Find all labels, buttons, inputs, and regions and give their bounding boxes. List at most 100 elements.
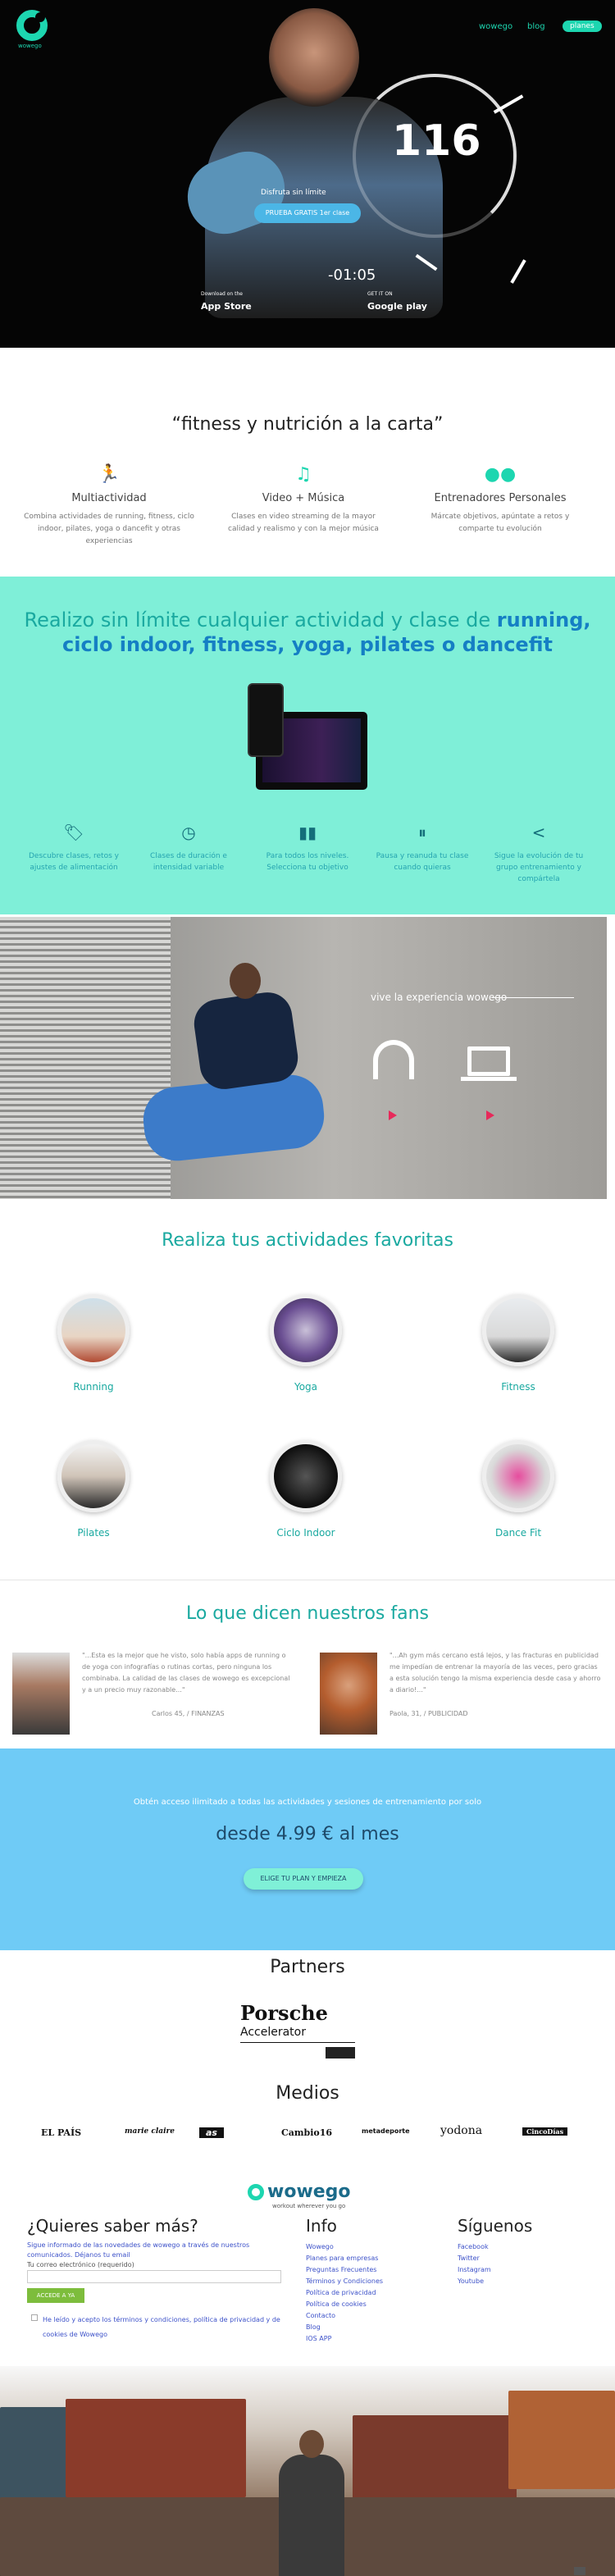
runner-icon: 🏃 [98,464,121,485]
pricing-price: desde 4.99 € al mes [216,1824,399,1844]
laptop-icon [467,1046,510,1076]
logo-subtext: wowego [18,43,42,49]
bar-chart-icon: ▮▮ [298,823,317,842]
laptop-base-icon [461,1077,517,1081]
fans-title: Lo que dicen nuestros fans [185,1603,430,1624]
email-input[interactable] [27,2270,281,2283]
google-play-label: Google play [367,301,427,312]
dial-number: 116 [392,116,481,166]
music-video-icon: ♫ [295,464,312,485]
app-store-badge[interactable]: Download on the App Store [201,291,252,312]
headline-part-a: Realizo sin límite cualquier actividad y… [24,609,491,631]
trainers-icon: ●● [484,464,517,485]
nav-wowego[interactable]: wowego [479,22,512,31]
clock-icon: ◷ [181,823,196,842]
play-icon[interactable] [486,1110,494,1120]
accelerator-label: Accelerator [240,2026,306,2039]
headline-part-c: ciclo indoor, fitness, yoga, pilates o d… [62,633,553,656]
activity-ciclo-indoor[interactable]: Ciclo Indoor [244,1440,367,1539]
footer-logo-sub: workout wherever you go [272,2203,346,2209]
shutter-wall [0,917,171,1199]
fan-photo-paola [320,1653,377,1735]
info-link[interactable]: Planes para empresas [306,2255,378,2262]
teal-feature: ⏸ Pausa y reanuda tu clase cuando quiera… [369,823,476,873]
runner-head [230,963,261,999]
fan-quote: "...Esta es la mejor que he visto, solo … [82,1652,290,1694]
experience-text: vive la experiencia wowego [371,992,508,1003]
yoga-image [270,1294,342,1366]
email-label: Tu correo electrónico (requerido) [27,2261,134,2268]
social-link[interactable]: Youtube [458,2277,484,2285]
feature-desc: Clases en video streaming de la mayor ca… [228,513,379,533]
terms-checkbox[interactable] [31,2314,38,2321]
feature-title: Video + Música [262,492,345,504]
google-play-badge[interactable]: GET IT ON Google play [367,291,427,312]
social-link[interactable]: Twitter [458,2255,480,2262]
media-logo-cambio16: Cambio16 [281,2127,333,2138]
activity-fitness[interactable]: Fitness [457,1294,580,1393]
teal-feature: ▮▮ Para todos los niveles. Selecciona tu… [254,823,361,873]
terms-text: He leído y acepto los términos y condici… [43,2316,280,2338]
teal-feature-text: Clases de duración e intensidad variable [150,852,227,872]
headphones-icon [373,1040,414,1079]
info-link[interactable]: Preguntas Frecuentes [306,2266,376,2273]
nav-planes-button[interactable]: planes [563,21,602,32]
info-link[interactable]: Wowego [306,2243,334,2250]
newsletter-title: ¿Quieres saber más? [27,2216,198,2236]
media-logo-cincodias: CincoDías [522,2127,568,2136]
app-store-small: Download on the [201,291,243,297]
footer-logo[interactable]: wowego [267,2182,351,2202]
activity-label: Ciclo Indoor [276,1527,335,1539]
app-store-label: App Store [201,301,252,312]
info-link[interactable]: IOS APP [306,2335,331,2342]
activity-dance-fit[interactable]: Dance Fit [457,1440,580,1539]
activity-pilates[interactable]: Pilates [32,1440,155,1539]
info-link[interactable]: Términos y Condiciones [306,2277,383,2285]
timer-readout: -01:05 [328,267,376,284]
teal-feature-text: Sigue la evolución de tu grupo entrenami… [494,852,584,883]
teal-feature: ◷ Clases de duración e intensidad variab… [135,823,242,873]
nav-blog[interactable]: blog [527,22,545,31]
social-link[interactable]: Instagram [458,2266,491,2273]
info-link[interactable]: Blog [306,2323,321,2331]
scroll-top-icon[interactable] [574,2567,585,2575]
footer-banner [0,2366,615,2576]
pause-icon: ⏸ [418,823,426,842]
play-icon[interactable] [389,1110,397,1120]
dial-tick [510,259,526,284]
man-body [279,2455,344,2576]
fitness-image [482,1294,554,1366]
newsletter-text: Sigue informado de las novedades de wowe… [27,2241,250,2259]
choose-plan-button[interactable]: ELIGE TU PLAN Y EMPIEZA [244,1868,363,1890]
info-link[interactable]: Política de privacidad [306,2289,376,2296]
teal-feature-text: Pausa y reanuda tu clase cuando quieras [376,852,469,872]
activity-label: Yoga [294,1381,318,1393]
athlete-head [269,8,359,107]
footer-logo-icon [248,2184,264,2200]
info-link[interactable]: Política de cookies [306,2300,367,2308]
google-play-small: GET IT ON [367,291,393,297]
wowego-logo-icon[interactable] [16,10,48,41]
headline-part-b: running, [496,609,591,631]
activity-yoga[interactable]: Yoga [244,1294,367,1393]
social-link[interactable]: Facebook [458,2243,489,2250]
info-title: Info [306,2216,337,2236]
fan-name: Carlos 45, / FINANZAS [152,1710,225,1717]
share-icon: < [531,823,546,842]
partners-title: Partners [270,1957,345,1977]
divider [240,2042,355,2043]
feature-entrenadores: ●● Entrenadores Personales Márcate objet… [414,464,586,536]
teal-feature: 🏷 Descubre clases, retos y ajustes de al… [20,823,127,873]
feature-title: Entrenadores Personales [434,492,567,504]
activity-label: Running [73,1381,114,1393]
media-logo-elpais: EL PAÍS [41,2127,82,2138]
free-trial-button[interactable]: PRUEBA GRATIS 1er clase [254,203,361,223]
porsche-logo[interactable]: Porsche [240,2001,328,2025]
activity-label: Dance Fit [494,1527,542,1539]
teal-features-section: Realizo sin límite cualquier actividad y… [0,577,615,914]
subscribe-button[interactable]: ACCEDE A YA [27,2288,84,2303]
activity-running[interactable]: Running [32,1294,155,1393]
info-link[interactable]: Contacto [306,2312,335,2319]
media-logo-metadeporte: metadeporte [362,2127,410,2135]
media-logo-marieclaire: marie claire [125,2127,175,2136]
